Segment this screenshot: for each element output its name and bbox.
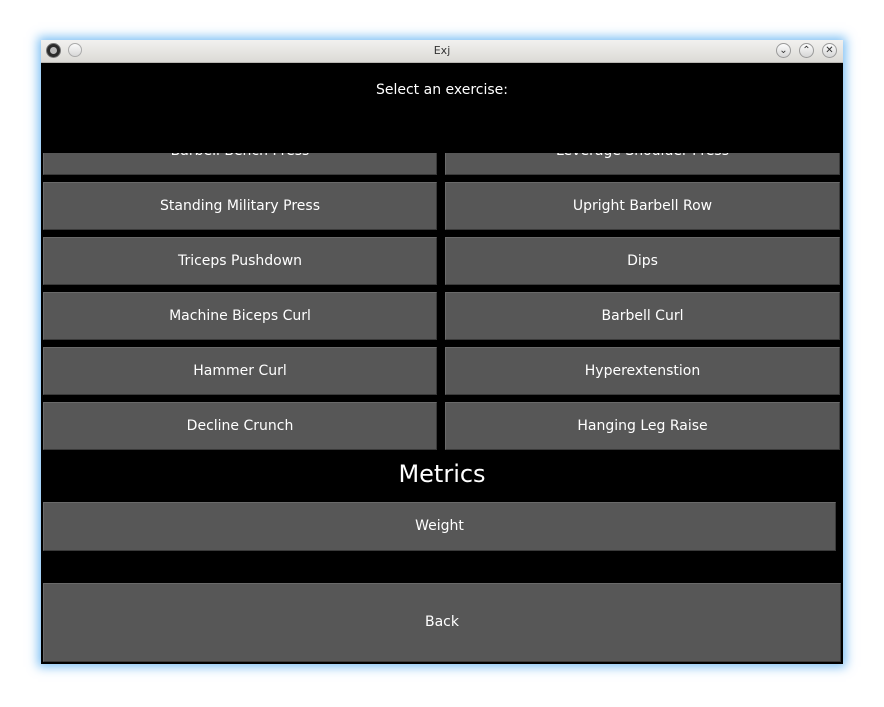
exercise-button[interactable]: Standing Military Press [43,182,437,230]
exercise-button[interactable]: Triceps Pushdown [43,237,437,285]
metrics-heading: Metrics [398,460,486,488]
close-icon[interactable]: ✕ [822,43,837,58]
exercise-list[interactable]: Barbell Bench Press Leverage Shoulder Pr… [41,153,843,453]
weight-button[interactable]: Weight [43,502,836,551]
window-title: Exj [433,44,451,57]
exercise-button[interactable]: Machine Biceps Curl [43,292,437,340]
app-window: Exj ⌄ ⌃ ✕ Select an exercise: Barbell Be… [41,40,843,664]
exercise-button[interactable]: Hanging Leg Raise [445,402,840,450]
exercise-button[interactable]: Hyperextenstion [445,347,840,395]
exercise-button[interactable]: Barbell Bench Press [43,153,437,175]
main-content: Select an exercise: Barbell Bench Press … [41,63,843,664]
chevron-down-icon[interactable]: ⌄ [776,43,791,58]
exercise-button[interactable]: Upright Barbell Row [445,182,840,230]
back-button[interactable]: Back [43,583,841,662]
exercise-button[interactable]: Decline Crunch [43,402,437,450]
exercise-button[interactable]: Hammer Curl [43,347,437,395]
exercise-button[interactable]: Dips [445,237,840,285]
exercise-button[interactable]: Barbell Curl [445,292,840,340]
title-bar[interactable]: Exj ⌄ ⌃ ✕ [41,40,843,63]
chevron-up-icon[interactable]: ⌃ [799,43,814,58]
select-exercise-label: Select an exercise: [375,82,509,98]
exercise-button[interactable]: Leverage Shoulder Press [445,153,840,175]
